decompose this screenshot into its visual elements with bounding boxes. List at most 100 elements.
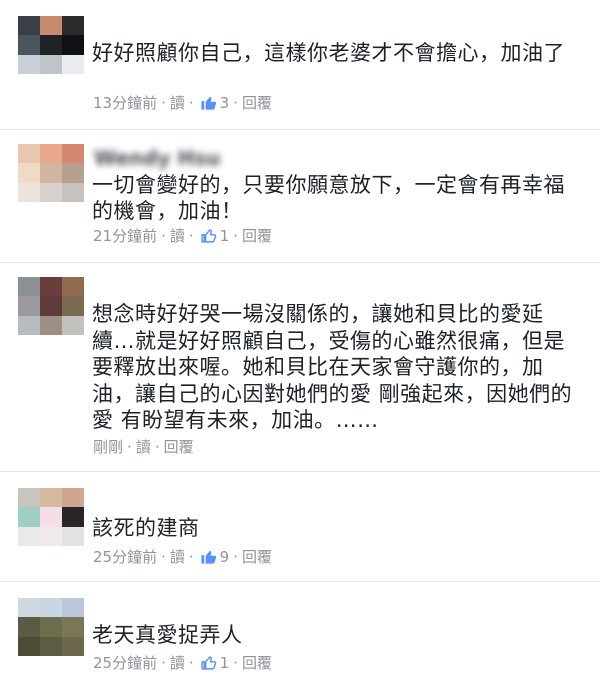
like-count: 9 xyxy=(219,547,230,566)
comment-timestamp[interactable]: 25分鐘前 xyxy=(93,546,157,567)
separator-dot: · xyxy=(161,93,166,112)
reply-link[interactable]: 回覆 xyxy=(164,436,194,457)
avatar-pixel xyxy=(18,598,40,618)
separator-dot: · xyxy=(233,653,238,672)
reply-link[interactable]: 回覆 xyxy=(242,225,272,246)
avatar-pixel xyxy=(18,277,40,297)
avatar-pixel xyxy=(18,16,40,36)
thumbs-up-icon[interactable] xyxy=(200,94,217,111)
comment-item: Wendy Hsu 一切會變好的，只要你願意放下，一定會有再幸福的機會，加油！ … xyxy=(0,130,600,263)
comment-meta: 25分鐘前 · 讀 · 1 · 回覆 xyxy=(93,652,272,673)
avatar-pixel xyxy=(62,16,84,36)
separator-dot: · xyxy=(161,226,166,245)
separator-dot: · xyxy=(127,437,132,456)
comment-item: 該死的建商 25分鐘前 · 讀 · 9 · 回覆 xyxy=(0,472,600,582)
avatar-pixel xyxy=(62,617,84,637)
comment-item: 老天真愛捉弄人 25分鐘前 · 讀 · 1 · 回覆 xyxy=(0,582,600,679)
avatar[interactable] xyxy=(18,488,84,546)
avatar-pixel xyxy=(40,163,62,183)
avatar-pixel xyxy=(40,144,62,164)
avatar-pixel xyxy=(62,35,84,55)
thumbs-up-icon[interactable] xyxy=(200,548,217,565)
avatar-pixel xyxy=(18,526,40,546)
avatar-pixel xyxy=(18,315,40,335)
like-count: 1 xyxy=(219,653,230,672)
avatar-pixel xyxy=(40,526,62,546)
avatar-pixel xyxy=(18,296,40,316)
avatar-pixel xyxy=(18,35,40,55)
separator-dot: · xyxy=(233,547,238,566)
comment-text: 該死的建商 xyxy=(92,516,200,540)
translate-link[interactable]: 讀 xyxy=(136,436,151,457)
separator-dot: · xyxy=(188,547,194,566)
separator-dot: · xyxy=(161,547,166,566)
avatar-pixel xyxy=(40,182,62,202)
avatar-pixel xyxy=(18,163,40,183)
comment-meta: 13分鐘前 · 讀 · 3 · 回覆 xyxy=(93,92,272,113)
avatar-pixel xyxy=(40,598,62,618)
avatar-pixel xyxy=(62,636,84,656)
comment-text: 想念時好好哭一場沒關係的，讓她和貝比的愛延續…就是好好照顧自己，受傷的心雖然很痛… xyxy=(92,302,573,432)
comment-text: 好好照顧你自己，這樣你老婆才不會擔心，加油了 xyxy=(92,41,565,65)
avatar-pixel xyxy=(18,54,40,74)
separator-dot: · xyxy=(154,437,160,456)
comment-meta: 21分鐘前 · 讀 · 1 · 回覆 xyxy=(93,225,272,246)
avatar-pixel xyxy=(18,636,40,656)
avatar-pixel xyxy=(40,54,62,74)
comment-timestamp[interactable]: 剛剛 xyxy=(93,436,123,457)
separator-dot: · xyxy=(233,93,238,112)
avatar-pixel xyxy=(18,182,40,202)
avatar-pixel xyxy=(62,296,84,316)
avatar[interactable] xyxy=(18,16,84,74)
comment-meta: 剛剛 · 讀 · 回覆 xyxy=(93,436,194,457)
avatar-pixel xyxy=(62,526,84,546)
avatar-pixel xyxy=(40,617,62,637)
separator-dot: · xyxy=(188,226,194,245)
avatar-pixel xyxy=(40,296,62,316)
commenter-name[interactable]: Wendy Hsu xyxy=(94,146,220,170)
avatar-pixel xyxy=(40,16,62,36)
avatar-pixel xyxy=(62,488,84,508)
translate-link[interactable]: 讀 xyxy=(170,92,185,113)
comment-text: 一切會變好的，只要你願意放下，一定會有再幸福的機會，加油！ xyxy=(92,173,565,223)
avatar-pixel xyxy=(62,277,84,297)
avatar[interactable] xyxy=(18,144,84,202)
reply-link[interactable]: 回覆 xyxy=(242,652,272,673)
avatar-pixel xyxy=(18,617,40,637)
comment-timestamp[interactable]: 25分鐘前 xyxy=(93,652,157,673)
avatar-pixel xyxy=(40,507,62,527)
avatar-pixel xyxy=(18,144,40,164)
avatar-pixel xyxy=(40,35,62,55)
translate-link[interactable]: 讀 xyxy=(170,546,185,567)
thumbs-up-icon[interactable] xyxy=(200,654,217,671)
avatar[interactable] xyxy=(18,277,84,335)
separator-dot: · xyxy=(161,653,166,672)
separator-dot: · xyxy=(188,93,194,112)
thumbs-up-icon[interactable] xyxy=(200,227,217,244)
avatar-pixel xyxy=(18,488,40,508)
like-count: 1 xyxy=(219,226,230,245)
avatar-pixel xyxy=(62,163,84,183)
avatar-pixel xyxy=(62,144,84,164)
avatar-pixel xyxy=(40,488,62,508)
avatar-pixel xyxy=(62,182,84,202)
avatar-pixel xyxy=(62,315,84,335)
avatar-pixel xyxy=(62,598,84,618)
comment-item: 好好照顧你自己，這樣你老婆才不會擔心，加油了 13分鐘前 · 讀 · 3 · 回… xyxy=(0,0,600,130)
avatar-pixel xyxy=(40,636,62,656)
translate-link[interactable]: 讀 xyxy=(170,652,185,673)
avatar-pixel xyxy=(40,277,62,297)
separator-dot: · xyxy=(233,226,238,245)
avatar-pixel xyxy=(62,54,84,74)
avatar-pixel xyxy=(18,507,40,527)
comment-timestamp[interactable]: 21分鐘前 xyxy=(93,225,157,246)
like-count: 3 xyxy=(219,93,230,112)
comment-item: 想念時好好哭一場沒關係的，讓她和貝比的愛延續…就是好好照顧自己，受傷的心雖然很痛… xyxy=(0,263,600,472)
avatar-pixel xyxy=(40,315,62,335)
reply-link[interactable]: 回覆 xyxy=(242,546,272,567)
translate-link[interactable]: 讀 xyxy=(170,225,185,246)
comment-timestamp[interactable]: 13分鐘前 xyxy=(93,92,157,113)
reply-link[interactable]: 回覆 xyxy=(242,92,272,113)
avatar[interactable] xyxy=(18,598,84,656)
comment-meta: 25分鐘前 · 讀 · 9 · 回覆 xyxy=(93,546,272,567)
